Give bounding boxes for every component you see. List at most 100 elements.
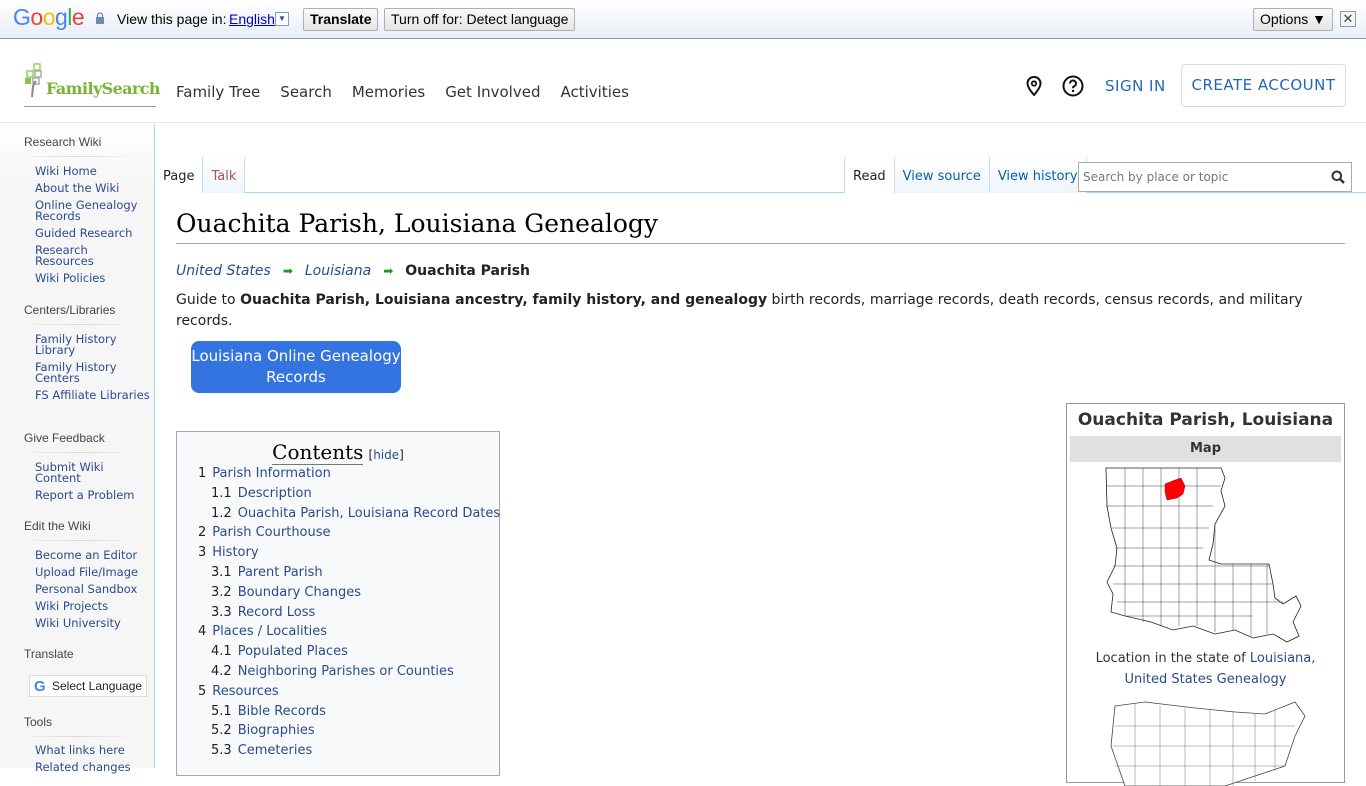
sidebar-item-online-records[interactable]: Online Genealogy Records: [35, 199, 150, 222]
sidebar-item-affiliate[interactable]: FS Affiliate Libraries: [35, 389, 150, 401]
toc-item-number: 5.1: [211, 703, 232, 719]
breadcrumb-united-states[interactable]: United States: [176, 263, 271, 279]
help-icon[interactable]: [1062, 75, 1084, 97]
close-icon[interactable]: ✕: [1340, 11, 1356, 27]
sidebar-item-guided-research[interactable]: Guided Research: [35, 227, 150, 239]
sign-in-link[interactable]: SIGN IN: [1105, 77, 1166, 95]
sidebar-item-report-problem[interactable]: Report a Problem: [35, 489, 150, 501]
toc-header: Contents [hide]: [177, 440, 499, 465]
sidebar-item-fhc[interactable]: Family History Centers: [35, 361, 150, 384]
translate-button[interactable]: Translate: [303, 8, 379, 31]
sidebar-item-sandbox[interactable]: Personal Sandbox: [35, 583, 150, 595]
toc-item-link[interactable]: History: [212, 545, 258, 560]
sidebar-item-submit-content[interactable]: Submit Wiki Content: [35, 461, 150, 484]
toc-item-number: 4: [198, 624, 207, 640]
nav-get-involved[interactable]: Get Involved: [445, 83, 540, 101]
google-logo: Google: [13, 4, 85, 30]
sidebar-item-what-links-here[interactable]: What links here: [35, 744, 150, 756]
sidebar-item-research-resources[interactable]: Research Resources: [35, 244, 150, 267]
infobox-subheader: Map: [1070, 436, 1341, 462]
nav-family-tree[interactable]: Family Tree: [176, 83, 260, 101]
online-records-button[interactable]: Louisiana Online Genealogy Records: [191, 341, 401, 393]
toc-item-link[interactable]: Parish Information: [212, 466, 331, 481]
sidebar-divider: [30, 540, 126, 541]
view-tabs: Read View source View history: [844, 157, 1087, 193]
toc-item-link[interactable]: Cemeteries: [238, 743, 313, 758]
options-button[interactable]: Options ▼: [1253, 8, 1333, 31]
toc-item-number: 3: [198, 545, 207, 561]
sidebar-item-university[interactable]: Wiki University: [35, 617, 150, 629]
toc-item-link[interactable]: Boundary Changes: [238, 585, 361, 600]
intro-bold: Ouachita Parish, Louisiana ancestry, fam…: [240, 292, 768, 308]
toc-item-link[interactable]: Biographies: [238, 723, 315, 738]
us-genealogy-link[interactable]: United States Genealogy: [1125, 672, 1287, 687]
toc-item: 1 Parish Information: [198, 466, 500, 486]
sidebar-item-wiki-home[interactable]: Wiki Home: [35, 165, 150, 177]
toc-item: 4.1 Populated Places: [198, 644, 500, 664]
toc-item: 4.2 Neighboring Parishes or Counties: [198, 664, 500, 684]
toc-item: 1.2 Ouachita Parish, Louisiana Record Dat…: [198, 506, 500, 526]
sidebar-divider: [30, 452, 126, 453]
turn-off-button[interactable]: Turn off for: Detect language: [384, 8, 576, 31]
intro-paragraph: Guide to Ouachita Parish, Louisiana ance…: [176, 290, 1346, 332]
sidebar-item-projects[interactable]: Wiki Projects: [35, 600, 150, 612]
toc-item: 3.2 Boundary Changes: [198, 585, 500, 605]
toc-list: 1 Parish Information 1.1 Description 1.2 Ouac…: [198, 466, 500, 763]
toc-item-number: 3.3: [211, 604, 232, 620]
toc-item-link[interactable]: Parish Courthouse: [212, 525, 330, 540]
toc-item-link[interactable]: Description: [238, 486, 312, 501]
language-dropdown-icon[interactable]: ▼: [275, 12, 289, 26]
sidebar-list-feedback: Submit Wiki Content Report a Problem: [35, 461, 150, 507]
sidebar-item-upload[interactable]: Upload File/Image: [35, 566, 150, 578]
united-states-map[interactable]: [1105, 696, 1310, 786]
lock-icon: [96, 12, 104, 24]
breadcrumb-louisiana[interactable]: Louisiana: [305, 263, 371, 279]
sidebar-heading-centers: Centers/Libraries: [24, 303, 116, 317]
toc-item-number: 2: [198, 525, 207, 541]
toc-item-link[interactable]: Resources: [212, 684, 278, 699]
sidebar-item-become-editor[interactable]: Become an Editor: [35, 549, 150, 561]
nav-memories[interactable]: Memories: [352, 83, 425, 101]
sidebar-heading-edit: Edit the Wiki: [24, 519, 91, 533]
toc-item-number: 3.2: [211, 584, 232, 600]
sidebar-item-about-wiki[interactable]: About the Wiki: [35, 182, 150, 194]
toc-item-number: 1.2: [211, 505, 232, 521]
sidebar-heading-tools: Tools: [24, 715, 53, 729]
louisiana-link[interactable]: Louisiana,: [1250, 651, 1316, 666]
sidebar-divider: [30, 324, 126, 325]
tab-bar-divider: [155, 192, 1366, 193]
intro-prefix: Guide to: [176, 292, 241, 308]
louisiana-map[interactable]: [1103, 466, 1308, 646]
sidebar-list-research-wiki: Wiki Home About the Wiki Online Genealog…: [35, 165, 150, 290]
breadcrumb: United States ➡ Louisiana ➡ Ouachita Par…: [176, 263, 530, 279]
toc-item-number: 5.2: [211, 723, 232, 739]
toc-item-link[interactable]: Places / Localities: [212, 624, 327, 639]
language-link[interactable]: English: [229, 11, 275, 27]
toc-item-link[interactable]: Neighboring Parishes or Counties: [238, 664, 454, 679]
tab-view-history[interactable]: View history: [989, 157, 1087, 193]
create-account-button[interactable]: CREATE ACCOUNT: [1181, 64, 1346, 107]
search-icon[interactable]: [1331, 170, 1345, 184]
toc-item-link[interactable]: Populated Places: [238, 644, 348, 659]
toc-item-link[interactable]: Record Loss: [238, 605, 316, 620]
nav-search[interactable]: Search: [280, 83, 332, 101]
toc-item-number: 5.3: [211, 743, 232, 759]
sidebar-heading-research-wiki: Research Wiki: [24, 135, 102, 149]
sidebar-heading-feedback: Give Feedback: [24, 431, 105, 445]
tab-read[interactable]: Read: [844, 157, 895, 193]
familysearch-logo[interactable]: FamilySearch: [24, 63, 161, 107]
tab-view-source[interactable]: View source: [894, 157, 990, 193]
toc-item-link[interactable]: Bible Records: [238, 704, 326, 719]
tab-talk[interactable]: Talk: [203, 157, 246, 193]
search-input[interactable]: [1079, 163, 1319, 191]
nav-activities[interactable]: Activities: [560, 83, 628, 101]
sidebar-item-wiki-policies[interactable]: Wiki Policies: [35, 272, 150, 284]
toc-item-link[interactable]: Parent Parish: [238, 565, 323, 580]
tab-page[interactable]: Page: [155, 157, 204, 193]
location-pin-icon[interactable]: [1025, 76, 1043, 96]
toc-item-number: 1: [198, 466, 207, 481]
select-language-dropdown[interactable]: G Select Language: [29, 675, 147, 697]
sidebar-item-fhl[interactable]: Family History Library: [35, 333, 150, 356]
toc-item-link[interactable]: Ouachita Parish, Louisiana Record Dates: [238, 506, 501, 521]
toc-hide-link[interactable]: hide: [373, 448, 399, 462]
